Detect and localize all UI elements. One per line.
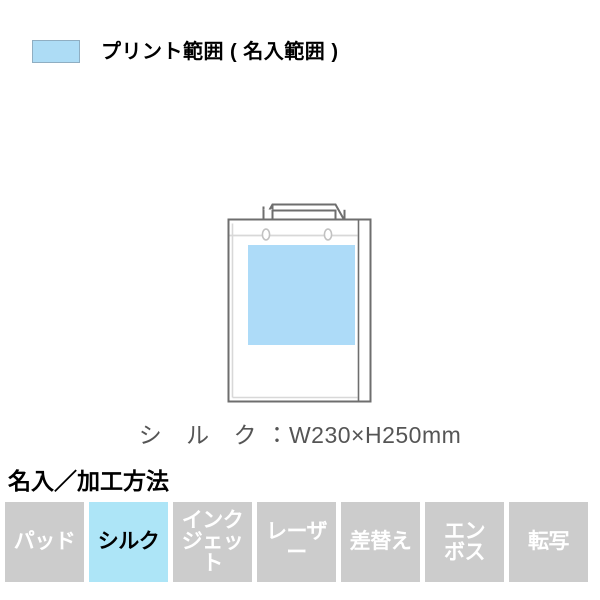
method-box-pad[interactable]: パッド (5, 502, 84, 582)
print-area-legend-label: プリント範囲 ( 名入範囲 ) (101, 40, 339, 63)
caption-separator: ： (265, 422, 289, 448)
caption-method: シ ル ク (138, 422, 266, 448)
print-area-swatch-icon (32, 40, 80, 63)
product-illustration (0, 140, 600, 415)
print-area-rectangle (248, 245, 355, 345)
imprint-method-list: パッド シルク インク ジェット レーザー 差替え エン ボス 転写 (5, 502, 597, 582)
print-size-caption: シ ル ク：W230×H250mm (0, 416, 600, 450)
eyelet-icon (323, 228, 333, 241)
section-heading-imprint-methods: 名入／加工方法 (8, 468, 169, 494)
method-box-insert[interactable]: 差替え (341, 502, 420, 582)
method-box-emboss[interactable]: エン ボス (425, 502, 504, 582)
method-box-laser[interactable]: レーザー (257, 502, 336, 582)
method-box-inkjet[interactable]: インク ジェット (173, 502, 252, 582)
print-area-legend: プリント範囲 ( 名入範囲 ) (32, 40, 339, 63)
caption-size: W230×H250mm (288, 422, 462, 448)
eyelet-icon (261, 228, 271, 241)
method-box-transfer[interactable]: 転写 (509, 502, 588, 582)
method-box-silk[interactable]: シルク (89, 502, 168, 582)
paper-bag-drawing (227, 203, 372, 403)
bag-handle-icon (262, 203, 346, 221)
